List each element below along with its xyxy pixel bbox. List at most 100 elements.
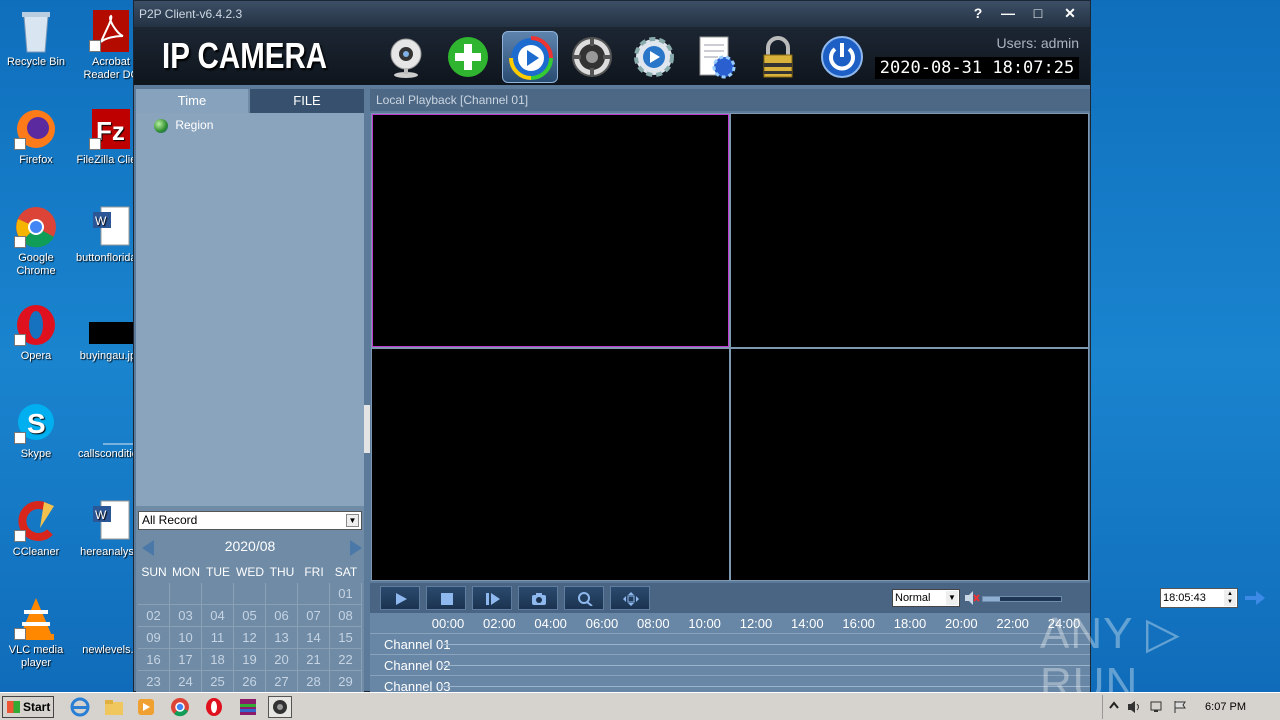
taskbar-opera-icon[interactable] [202,696,226,718]
video-cell-4[interactable] [731,349,1088,580]
calendar-day[interactable]: 14 [298,627,330,649]
calendar-day[interactable]: 26 [234,671,266,693]
start-label: Start [23,700,51,714]
snapshot-button[interactable] [518,586,558,610]
calendar-day[interactable]: 22 [330,649,362,671]
taskbar-ie-icon[interactable] [68,696,92,718]
playback-speed-select[interactable]: Normal ▼ [892,589,960,607]
taskbar-explorer-icon[interactable] [102,696,126,718]
fullscreen-button[interactable] [610,586,650,610]
desktop-icon-opera[interactable]: Opera [1,302,71,363]
calendar-next-month-icon[interactable] [350,540,362,556]
help-button[interactable]: ? [964,3,992,23]
calendar-day[interactable]: 09 [138,627,170,649]
calendar-day[interactable]: 28 [298,671,330,693]
desktop-icon-google-chrome[interactable]: Google Chrome [1,204,71,278]
lock-tool[interactable] [750,31,806,83]
calendar-day[interactable]: 10 [170,627,202,649]
calendar-day[interactable]: 07 [298,605,330,627]
timeline-channel-row[interactable]: Channel 02 [370,654,1090,675]
taskbar-p2p-client-icon[interactable] [268,696,292,718]
speaker-muted-icon[interactable] [964,590,980,606]
left-panel: Time FILE Region All Record ▼ 2020/08 SU… [136,89,364,693]
ptz-tool[interactable] [564,31,620,83]
calendar-day[interactable]: 15 [330,627,362,649]
add-device-tool[interactable] [440,31,496,83]
go-arrow-icon[interactable] [1244,589,1266,607]
panel-splitter-handle[interactable] [364,405,370,453]
desktop-icon-ccleaner[interactable]: CCleaner [1,498,71,559]
taskbar-chrome-icon[interactable] [168,696,192,718]
calendar-day[interactable]: 17 [170,649,202,671]
tab-file[interactable]: FILE [250,89,364,113]
volume-slider[interactable] [982,596,1062,602]
calendar-day[interactable]: 23 [138,671,170,693]
step-forward-button[interactable] [472,586,512,610]
calendar-day[interactable]: 05 [234,605,266,627]
desktop-icon-label: Google Chrome [16,252,56,277]
calendar-day[interactable]: 01 [330,583,362,605]
start-button[interactable]: Start [2,696,54,718]
calendar-day[interactable]: 11 [202,627,234,649]
device-tree: Region [136,113,364,506]
calendar-day[interactable]: 24 [170,671,202,693]
tab-time[interactable]: Time [136,89,248,113]
timeline-hour-label: 10:00 [688,616,721,631]
video-grid [371,113,1089,581]
video-cell-2[interactable] [731,114,1088,347]
desktop-icon-vlc[interactable]: VLC media player [1,596,71,670]
calendar-day[interactable]: 29 [330,671,362,693]
calendar-day[interactable]: 20 [266,649,298,671]
chevron-down-icon[interactable]: ▼ [346,514,359,527]
volume-icon[interactable] [1127,700,1143,714]
record-timeline[interactable]: 00:00 02:00 04:00 06:00 08:00 10:00 12:00 14:00… [370,613,1090,694]
playback-tool[interactable] [502,31,558,83]
video-cell-3[interactable] [372,349,729,580]
timeline-hour-label: 18:00 [893,616,927,631]
chevron-down-icon[interactable]: ▼ [946,591,958,605]
play-button[interactable] [380,586,420,610]
network-icon[interactable] [1149,700,1165,714]
camera-tool[interactable] [378,31,434,83]
calendar-day[interactable]: 02 [138,605,170,627]
desktop-icon-firefox[interactable]: Firefox [1,106,71,167]
stop-button[interactable] [426,586,466,610]
config-tool[interactable] [688,31,744,83]
calendar-day[interactable]: 18 [202,649,234,671]
calendar-day[interactable]: 06 [266,605,298,627]
calendar-day[interactable]: 03 [170,605,202,627]
video-cell-1[interactable] [372,114,729,347]
timeline-hour-label: 04:00 [534,616,567,631]
tree-node-region[interactable]: Region [154,118,213,133]
calendar-day[interactable]: 12 [234,627,266,649]
calendar-day[interactable]: 19 [234,649,266,671]
desktop-icon-skype[interactable]: S Skype [1,400,71,461]
power-tool[interactable] [814,31,870,83]
flag-icon[interactable] [1173,700,1187,714]
calendar-day[interactable]: 16 [138,649,170,671]
taskbar-media-icon[interactable] [134,696,158,718]
calendar-day[interactable]: 08 [330,605,362,627]
calendar-day[interactable]: 13 [266,627,298,649]
maximize-button[interactable]: □ [1024,3,1052,23]
record-filter-select[interactable]: All Record ▼ [138,511,362,530]
calendar-day[interactable]: 21 [298,649,330,671]
zoom-button[interactable] [564,586,604,610]
minimize-button[interactable]: — [994,3,1022,23]
document-gear-icon [699,36,736,79]
desktop-icon-recycle-bin[interactable]: Recycle Bin [1,8,71,69]
timeline-channel-row[interactable]: Channel 01 [370,633,1090,654]
spin-buttons-icon[interactable]: ▲ ▼ [1224,590,1236,606]
current-user: Users: admin [996,35,1079,51]
settings-tool[interactable] [626,31,682,83]
calendar-prev-month-icon[interactable] [142,540,154,556]
seek-time-input[interactable]: 18:05:43 ▲ ▼ [1160,588,1238,608]
taskbar-winrar-icon[interactable] [236,696,260,718]
calendar-day[interactable]: 25 [202,671,234,693]
calendar-weekday: FRI [298,561,330,583]
title-bar[interactable]: P2P Client-v6.4.2.3 ? — □ ✕ [134,1,1090,27]
calendar-day[interactable]: 04 [202,605,234,627]
calendar-day[interactable]: 27 [266,671,298,693]
close-button[interactable]: ✕ [1056,3,1084,23]
tray-chevron-up-icon[interactable] [1109,700,1119,714]
